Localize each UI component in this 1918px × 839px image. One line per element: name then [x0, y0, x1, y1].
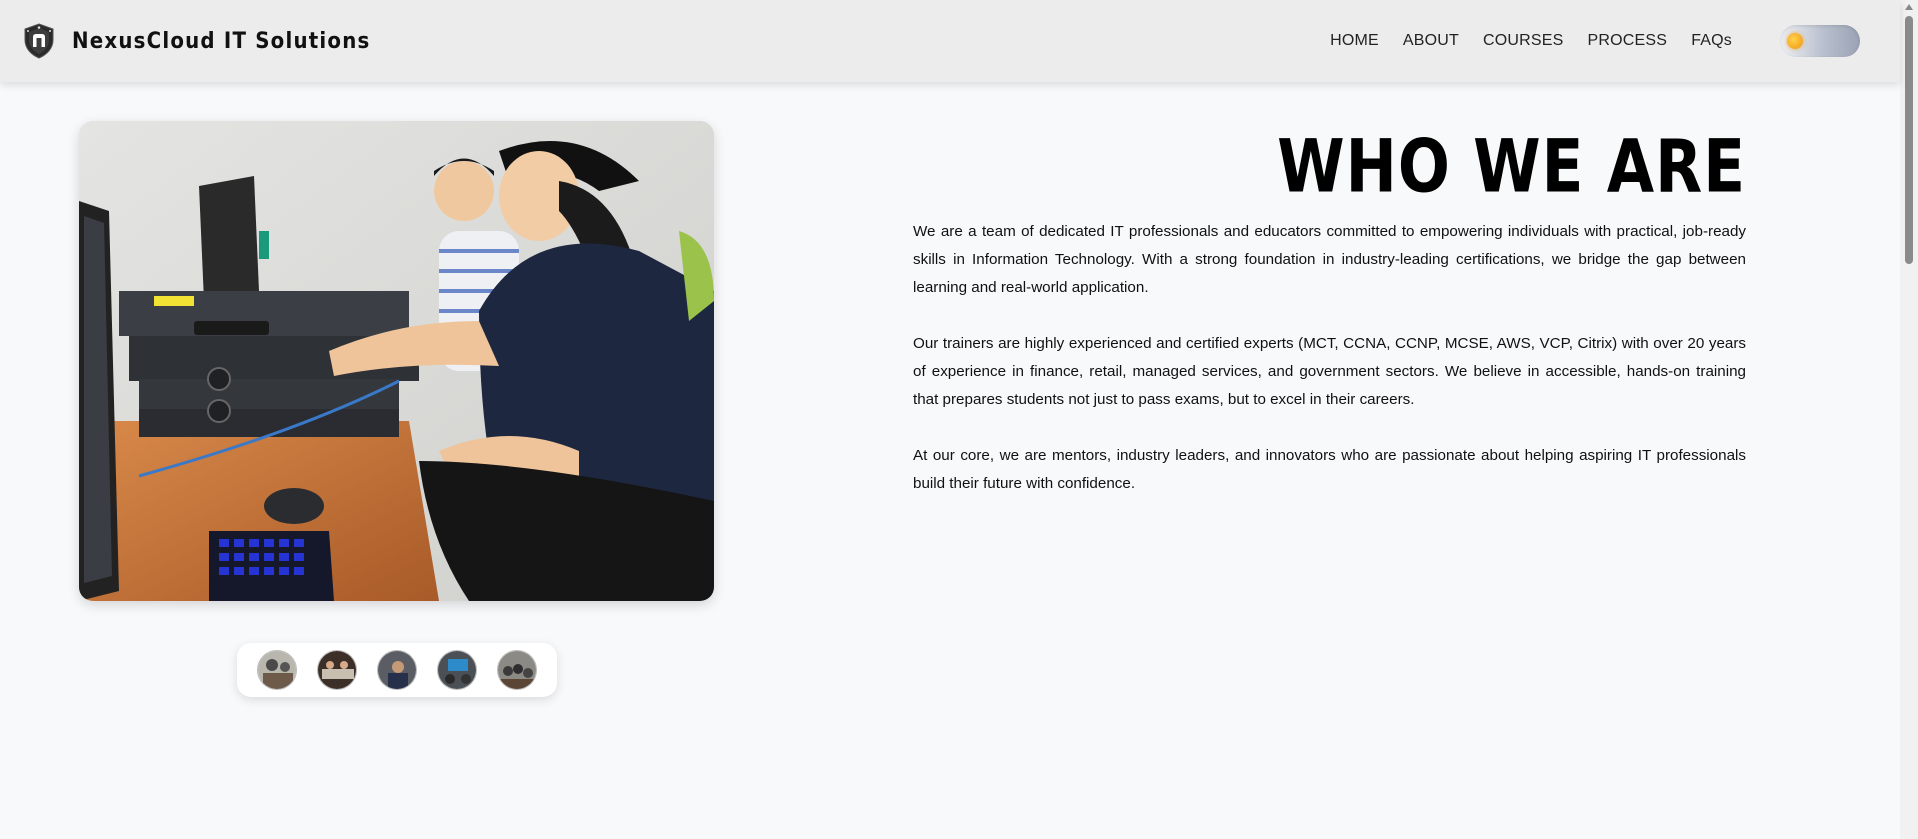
scrollbar-thumb[interactable] [1905, 16, 1913, 264]
about-paragraph-3: At our core, we are mentors, industry le… [913, 447, 1746, 492]
nav-home[interactable]: HOME [1330, 32, 1379, 50]
page-scrollbar[interactable] [1900, 0, 1918, 839]
about-photo [79, 121, 714, 601]
about-paragraph-2: Our trainers are highly experienced and … [913, 335, 1746, 408]
nav-about[interactable]: ABOUT [1403, 32, 1459, 50]
theme-toggle[interactable] [1780, 25, 1860, 57]
section-title: WHO WE ARE [1277, 124, 1746, 210]
main-nav: HOME ABOUT COURSES PROCESS FAQs [1330, 25, 1860, 57]
gallery-thumb-4[interactable] [437, 650, 477, 690]
gallery-thumb-1[interactable] [257, 650, 297, 690]
brand-name: NexusCloud IT Solutions [72, 28, 371, 54]
nav-faqs[interactable]: FAQs [1691, 32, 1732, 50]
sun-icon [1787, 33, 1803, 49]
nav-courses[interactable]: COURSES [1483, 32, 1564, 50]
about-section: WHO WE ARE We are a team of dedicated IT… [913, 125, 1746, 526]
gallery-thumbnails [237, 643, 557, 697]
gallery-thumb-3[interactable] [377, 650, 417, 690]
about-paragraph-1: We are a team of dedicated IT profession… [913, 223, 1746, 296]
brand[interactable]: NexusCloud IT Solutions [20, 22, 370, 60]
gallery-thumb-5[interactable] [497, 650, 537, 690]
gallery-thumb-2[interactable] [317, 650, 357, 690]
scroll-up-icon[interactable] [1905, 4, 1913, 10]
nav-process[interactable]: PROCESS [1588, 32, 1668, 50]
shield-logo-icon [20, 22, 58, 60]
site-header: NexusCloud IT Solutions HOME ABOUT COURS… [0, 0, 1900, 82]
